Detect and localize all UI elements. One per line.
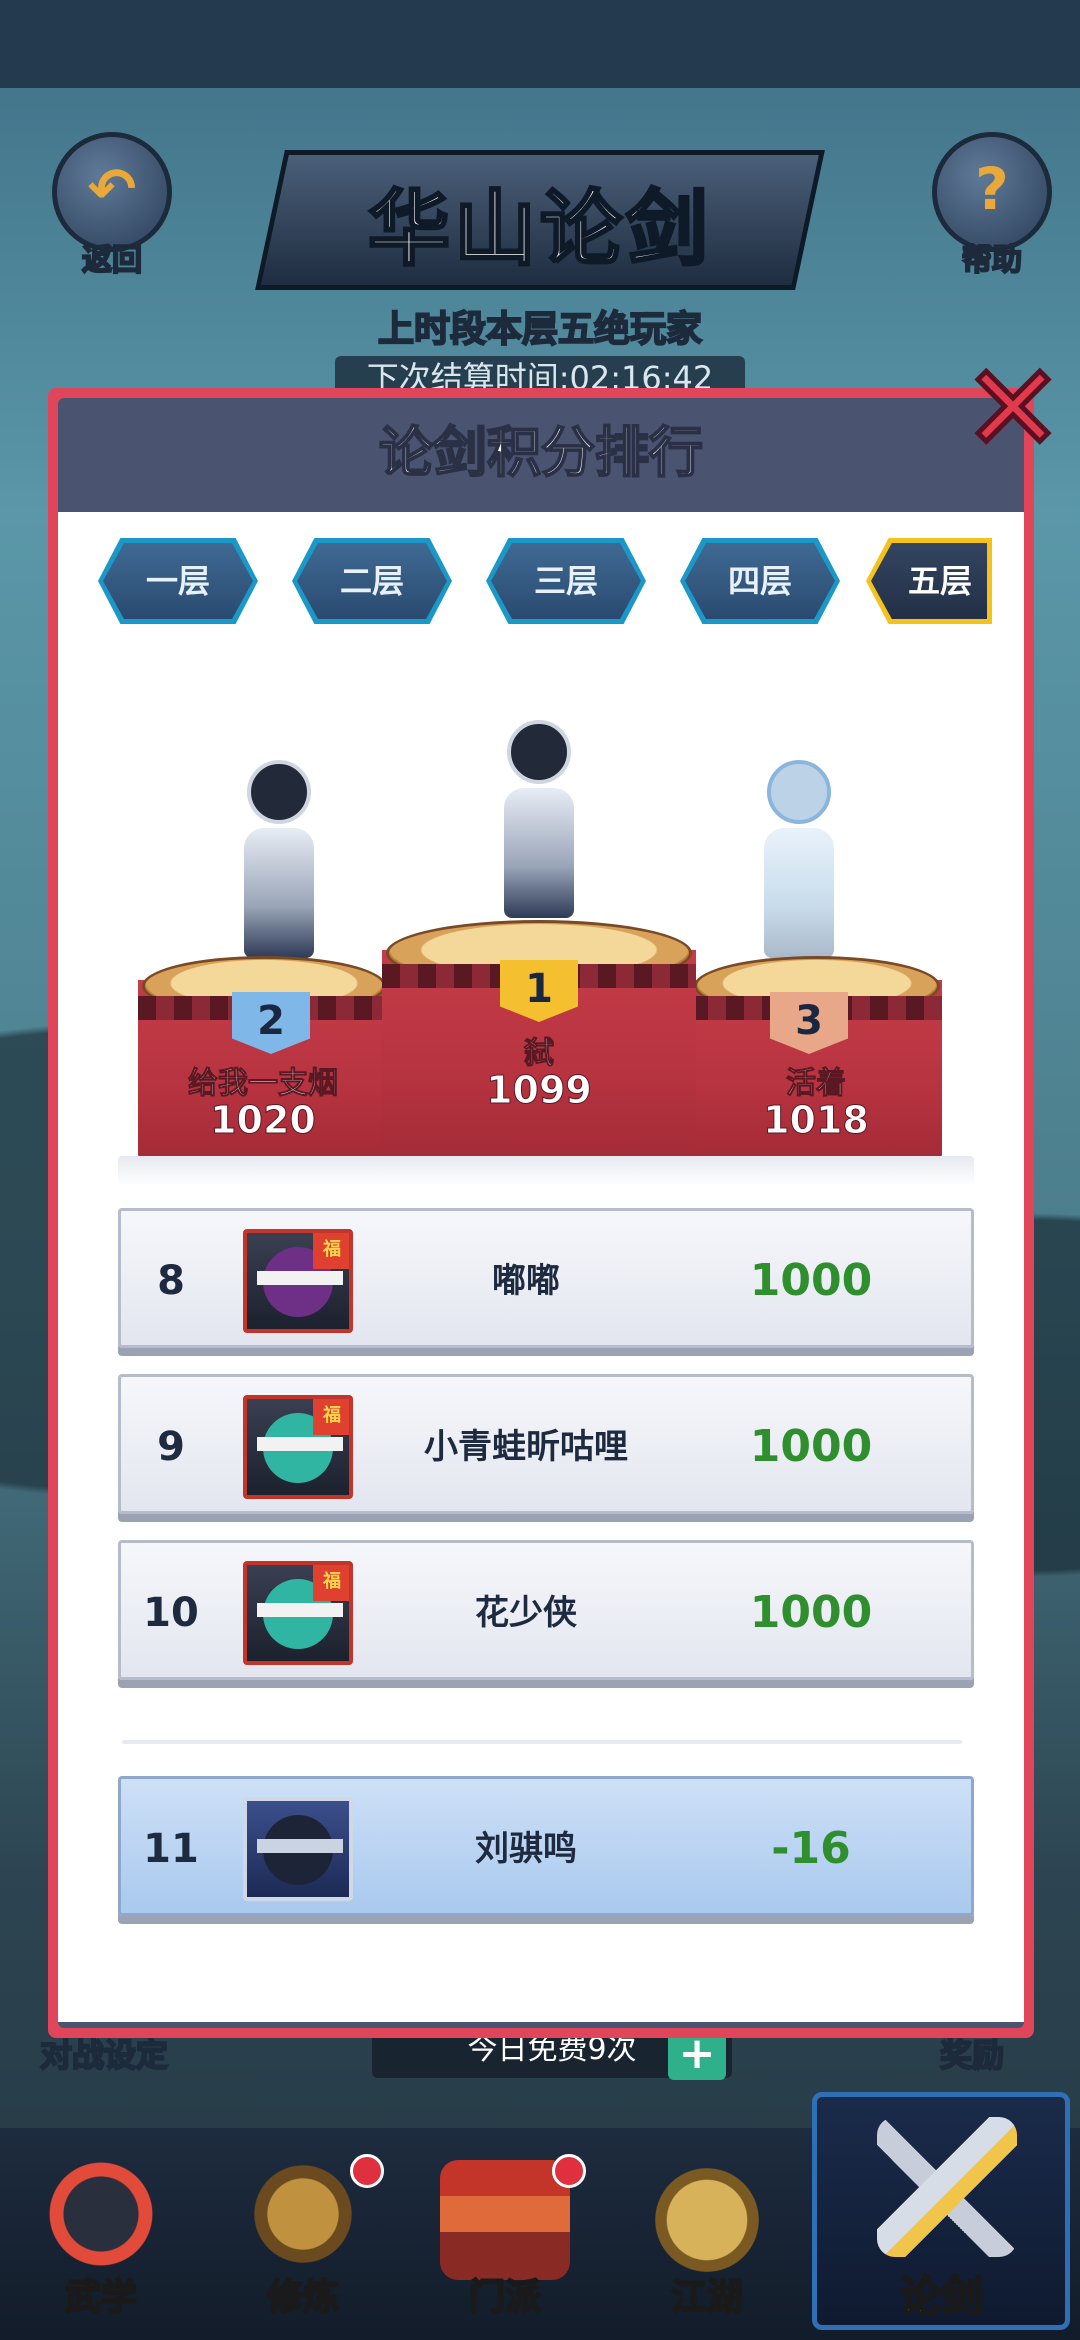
back-button[interactable]: ↶ 返回 (52, 132, 172, 279)
row-player-name: 花少侠 (475, 1593, 577, 1633)
self-ranking-row[interactable]: 11 刘骐鸣 -16 (118, 1776, 974, 1916)
row-score: 1000 (749, 1587, 873, 1638)
modal-title: 论剑积分排行 (378, 420, 704, 485)
help-question-icon: ? (975, 155, 1009, 223)
notification-dot (552, 2154, 586, 2188)
event-ribbon-icon: 福 (313, 1233, 349, 1269)
jianghu-gourd-icon (642, 2160, 772, 2280)
podium-name-1: 弑 (524, 1036, 555, 1072)
ranking-row[interactable]: 8 福 嘟嘟 1000 (118, 1208, 974, 1348)
podium-name-3: 活着 (786, 1066, 847, 1102)
nav-label: 门派 (468, 2276, 542, 2319)
tab-floor-2[interactable]: 二层 (292, 538, 452, 624)
podium-figure-3[interactable] (754, 760, 844, 958)
row-player-name: 嘟嘟 (492, 1261, 560, 1301)
podium-figure-1[interactable] (494, 720, 584, 918)
nav-label: 江湖 (670, 2276, 744, 2319)
row-rank: 10 (143, 1590, 199, 1636)
tab-label: 二层 (339, 562, 404, 600)
nav-item-cultivation[interactable]: 修炼 (208, 2140, 398, 2330)
close-icon: ✕ (960, 340, 1066, 479)
back-label: 返回 (81, 242, 143, 279)
podium-score-2: 1020 (210, 1098, 317, 1143)
tab-floor-3[interactable]: 三层 (486, 538, 646, 624)
nav-item-jianghu[interactable]: 江湖 (612, 2140, 802, 2330)
player-avatar[interactable] (243, 1797, 353, 1901)
nav-item-martial-arts[interactable]: 武学 (6, 2140, 196, 2330)
notification-dot (350, 2154, 384, 2188)
podium-score-3: 1018 (763, 1098, 870, 1143)
player-avatar[interactable]: 福 (243, 1229, 353, 1333)
event-ribbon-icon: 福 (313, 1399, 349, 1435)
row-rank: 9 (157, 1424, 185, 1470)
tab-floor-1[interactable]: 一层 (98, 538, 258, 624)
help-button[interactable]: ? 帮助 (932, 132, 1052, 279)
close-button[interactable]: ✕ (958, 347, 1068, 472)
event-ribbon-icon: 福 (313, 1565, 349, 1601)
row-score: 1000 (749, 1255, 873, 1306)
tab-label: 五层 (907, 562, 972, 600)
row-rank: 11 (143, 1826, 199, 1872)
podium-name-2: 给我一支烟 (188, 1066, 339, 1102)
tab-floor-4[interactable]: 四层 (680, 538, 840, 624)
martial-arts-icon (36, 2160, 166, 2280)
row-score: 1000 (749, 1421, 873, 1472)
status-strip (0, 0, 1080, 88)
row-player-name: 刘骐鸣 (475, 1829, 577, 1869)
row-rank: 8 (157, 1258, 185, 1304)
player-avatar[interactable]: 福 (243, 1561, 353, 1665)
nav-item-duel[interactable]: 论剑 (812, 2092, 1070, 2330)
help-label: 帮助 (961, 242, 1023, 279)
ranking-row[interactable]: 9 福 小青蛙昕咕哩 1000 (118, 1374, 974, 1514)
tab-label: 一层 (145, 562, 210, 600)
tab-label: 四层 (727, 562, 792, 600)
sect-gate-icon (440, 2160, 570, 2280)
back-arrow-icon: ↶ (87, 155, 137, 223)
player-avatar[interactable]: 福 (243, 1395, 353, 1499)
nav-label: 论剑 (898, 2271, 984, 2322)
list-top-edge (118, 1156, 974, 1186)
tab-label: 三层 (533, 562, 598, 600)
nav-label: 武学 (64, 2276, 138, 2319)
row-score: -16 (771, 1823, 851, 1874)
page-subtitle: 上时段本层五绝玩家 (377, 308, 703, 351)
page-title: 华山论剑 (366, 181, 712, 279)
row-player-name: 小青蛙昕咕哩 (424, 1427, 628, 1467)
self-row-divider (122, 1740, 962, 1744)
podium-figure-2[interactable] (234, 760, 324, 958)
podium-score-1: 1099 (486, 1068, 593, 1113)
ranking-row[interactable]: 10 福 花少侠 1000 (118, 1540, 974, 1680)
nav-label: 修炼 (266, 2276, 340, 2319)
nav-item-sect[interactable]: 门派 (410, 2140, 600, 2330)
cultivation-icon (238, 2160, 368, 2280)
tab-floor-5[interactable]: 五层 (866, 538, 992, 624)
crossed-swords-icon (877, 2117, 1017, 2257)
